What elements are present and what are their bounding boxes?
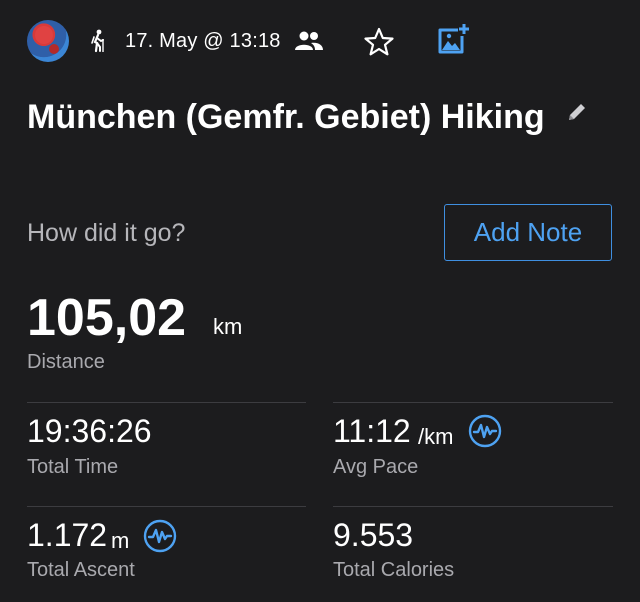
activity-date: 17. May @ 13:18 (125, 30, 281, 52)
distance-label: Distance (27, 351, 105, 373)
total-calories-label: Total Calories (333, 559, 455, 581)
people-icon[interactable] (294, 30, 324, 52)
total-calories-value: 9.553 (333, 517, 414, 553)
total-time-value: 19:36:26 (27, 413, 152, 449)
performance-icon[interactable] (468, 414, 502, 448)
hiking-icon (91, 29, 104, 53)
total-ascent-unit: m (111, 528, 130, 553)
divider (333, 402, 613, 403)
edit-icon[interactable] (565, 100, 589, 124)
divider (27, 402, 306, 403)
performance-icon[interactable] (143, 519, 177, 553)
avg-pace-value: 11:12 (333, 413, 411, 449)
divider (333, 506, 613, 507)
distance-value: 105,02 (27, 289, 187, 347)
total-ascent-label: Total Ascent (27, 559, 135, 581)
add-note-button[interactable]: Add Note (444, 204, 612, 261)
total-time-label: Total Time (27, 456, 119, 478)
add-photo-icon[interactable] (436, 22, 470, 56)
star-icon[interactable] (363, 27, 395, 57)
avatar[interactable] (27, 20, 69, 62)
divider (27, 506, 306, 507)
activity-header: 17. May @ 13:18 (0, 0, 640, 84)
note-prompt: How did it go? (27, 219, 186, 247)
avg-pace-unit: /km (418, 424, 454, 449)
activity-title: München (Gemfr. Gebiet) Hiking (27, 98, 545, 136)
distance-unit: km (213, 314, 243, 339)
avg-pace-label: Avg Pace (333, 456, 419, 478)
total-ascent-value: 1.172 (27, 517, 108, 553)
